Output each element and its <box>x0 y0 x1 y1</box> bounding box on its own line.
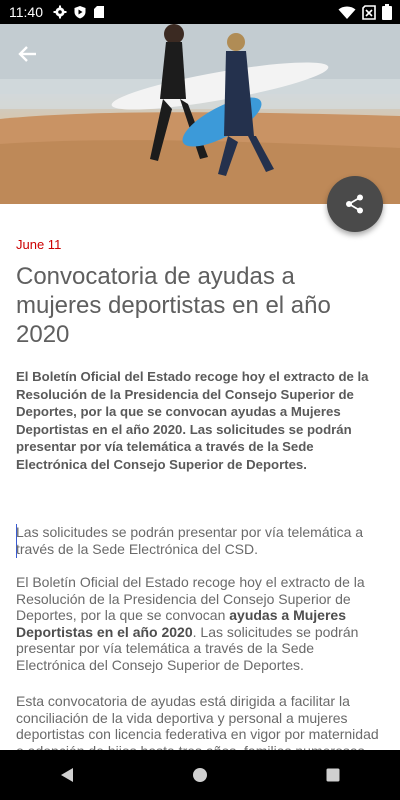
home-circle-icon <box>192 768 207 782</box>
shield-play-icon <box>74 6 86 19</box>
status-left-icons <box>53 5 105 19</box>
article-paragraph: Las solicitudes se podrán presentar por … <box>16 524 364 557</box>
status-right-icons <box>338 4 392 20</box>
gear-icon <box>53 5 67 19</box>
article-date: June 11 <box>16 237 62 252</box>
article-content[interactable]: June 11 Convocatoria de ayudas a mujeres… <box>0 204 400 750</box>
back-button[interactable] <box>14 40 42 68</box>
back-triangle-icon <box>60 768 73 782</box>
navigation-bar <box>0 750 400 800</box>
nav-back-button[interactable] <box>47 755 87 795</box>
status-time: 11:40 <box>9 4 43 20</box>
surfers-photo <box>0 24 400 204</box>
article-paragraph: El Boletín Oficial del Estado recoge hoy… <box>16 574 380 673</box>
hero-image <box>0 24 400 204</box>
share-icon <box>346 194 363 214</box>
no-sim-icon <box>362 4 376 20</box>
recents-square-icon <box>326 768 340 782</box>
article-title: Convocatoria de ayudas a mujeres deporti… <box>16 263 331 348</box>
share-button[interactable] <box>327 176 383 232</box>
wifi-icon <box>338 6 356 19</box>
arrow-left-icon <box>18 46 36 62</box>
sd-card-icon <box>94 6 104 18</box>
article-lead: El Boletín Oficial del Estado recoge hoy… <box>16 369 369 472</box>
battery-icon <box>382 4 392 20</box>
status-bar: 11:40 <box>0 0 400 24</box>
nav-recents-button[interactable] <box>313 755 353 795</box>
nav-home-button[interactable] <box>180 755 220 795</box>
article-paragraph: Esta convocatoria de ayudas está dirigid… <box>16 693 379 750</box>
